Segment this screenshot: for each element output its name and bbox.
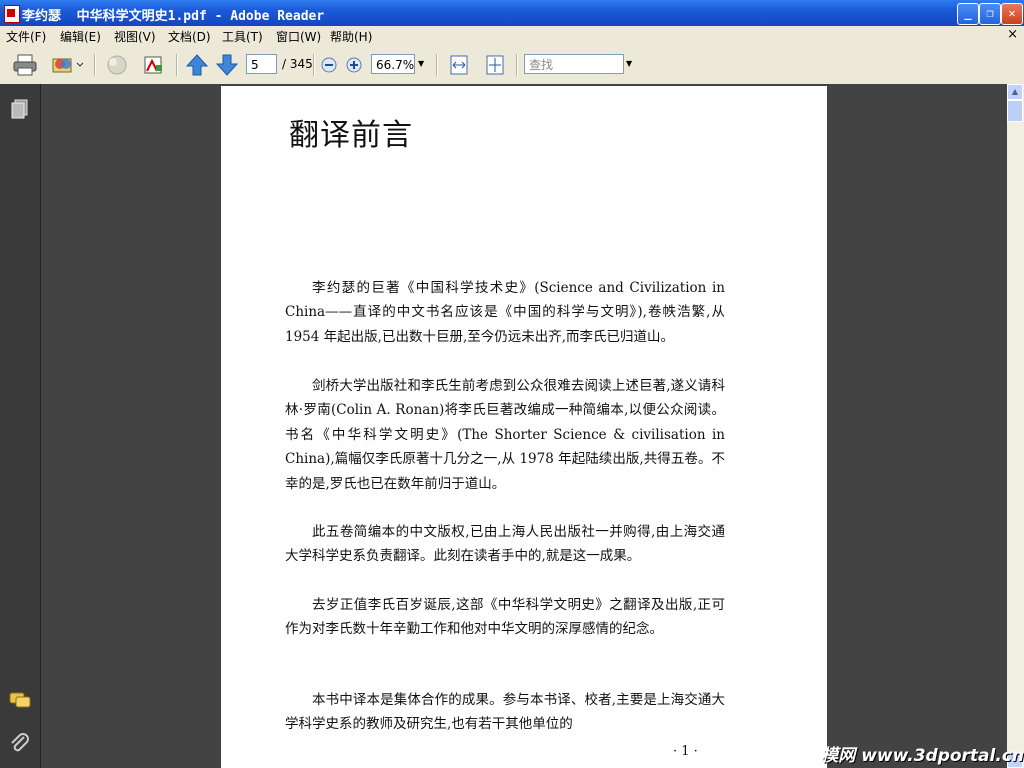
comments-icon[interactable] [8, 690, 32, 712]
navigation-pane [0, 84, 41, 768]
paragraph: 去岁正值李氏百岁诞辰,这部《中华科学文明史》之翻译及出版,正可作为对李氏数十年辛… [285, 597, 725, 638]
watermark-text: 模网 www.3dportal.cn [821, 746, 1024, 766]
close-document-button[interactable]: × [1007, 27, 1018, 42]
print-icon[interactable] [12, 53, 38, 77]
scroll-thumb[interactable] [1007, 100, 1023, 122]
toolbar-separator [436, 54, 438, 76]
pages-icon[interactable] [9, 98, 31, 120]
minimize-button[interactable]: _ [957, 3, 979, 25]
attachments-icon[interactable] [8, 732, 32, 756]
menu-window[interactable]: 窗口(W) [276, 28, 321, 45]
zoom-out-icon[interactable] [320, 53, 338, 77]
paragraph: 本书中译本是集体合作的成果。参与本书译、校者,主要是上海交通大学科学史系的教师及… [285, 692, 725, 733]
paragraph: 剑桥大学出版社和李氏生前考虑到公众很难去阅读上述巨著,遂义请科林·罗南(Coli… [285, 378, 725, 492]
vertical-scrollbar[interactable]: ▲ ▼ [1007, 84, 1024, 768]
menu-file[interactable]: 文件(F) [6, 28, 46, 45]
toolbar-separator [94, 54, 96, 76]
menu-help[interactable]: 帮助(H) [330, 28, 372, 45]
document-viewport: 翻译前言 李约瑟的巨著《中国科学技术史》(Science and Civiliz… [41, 84, 1007, 768]
sign-icon[interactable] [103, 53, 131, 77]
toolbar-separator [516, 54, 518, 76]
window-title: 李约瑟 中华科学文明史1.pdf - Adobe Reader [22, 9, 325, 24]
menu-bar: 文件(F) 编辑(E) 视图(V) 文档(D) 工具(T) 窗口(W) 帮助(H… [0, 26, 1024, 46]
toolbar-separator [176, 54, 178, 76]
zoom-in-icon[interactable] [345, 53, 363, 77]
page-count: / 345 [282, 57, 313, 71]
title-bar: 李约瑟 中华科学文明史1.pdf - Adobe Reader _ ❐ ✕ [0, 0, 1024, 26]
search-dropdown-arrow-icon[interactable]: ▼ [626, 59, 632, 68]
page-number: · 1 · [673, 744, 698, 759]
menu-tools[interactable]: 工具(T) [222, 28, 263, 45]
menu-document[interactable]: 文档(D) [168, 28, 211, 45]
toolbar: 5 / 345 66.7% ▼ 查找 ▼ [0, 46, 1024, 85]
menu-edit[interactable]: 编辑(E) [60, 28, 101, 45]
restore-button[interactable]: ❐ [979, 3, 1001, 25]
scroll-up-icon[interactable]: ▲ [1007, 84, 1023, 100]
fit-page-icon[interactable] [484, 53, 506, 77]
paragraph: 此五卷简编本的中文版权,已由上海人民出版社一并购得,由上海交通大学科学史系负责翻… [285, 524, 725, 565]
paragraph: 李约瑟的巨著《中国科学技术史》(Science and Civilization… [285, 280, 725, 345]
email-icon[interactable] [50, 53, 84, 77]
toolbar-separator [313, 54, 315, 76]
page-heading: 翻译前言 [289, 118, 413, 153]
zoom-dropdown-arrow-icon[interactable]: ▼ [418, 59, 424, 68]
pdf-page: 翻译前言 李约瑟的巨著《中国科学技术史》(Science and Civiliz… [221, 86, 827, 768]
prev-page-icon[interactable] [185, 53, 209, 77]
page-number-input[interactable]: 5 [246, 54, 277, 74]
zoom-level-field[interactable]: 66.7% [371, 54, 415, 74]
fit-width-icon[interactable] [448, 53, 470, 77]
close-button[interactable]: ✕ [1001, 3, 1023, 25]
search-input[interactable]: 查找 [524, 54, 624, 74]
adobe-reader-icon [4, 5, 20, 23]
ocr-icon[interactable] [142, 53, 166, 77]
menu-view[interactable]: 视图(V) [114, 28, 156, 45]
next-page-icon[interactable] [215, 53, 239, 77]
